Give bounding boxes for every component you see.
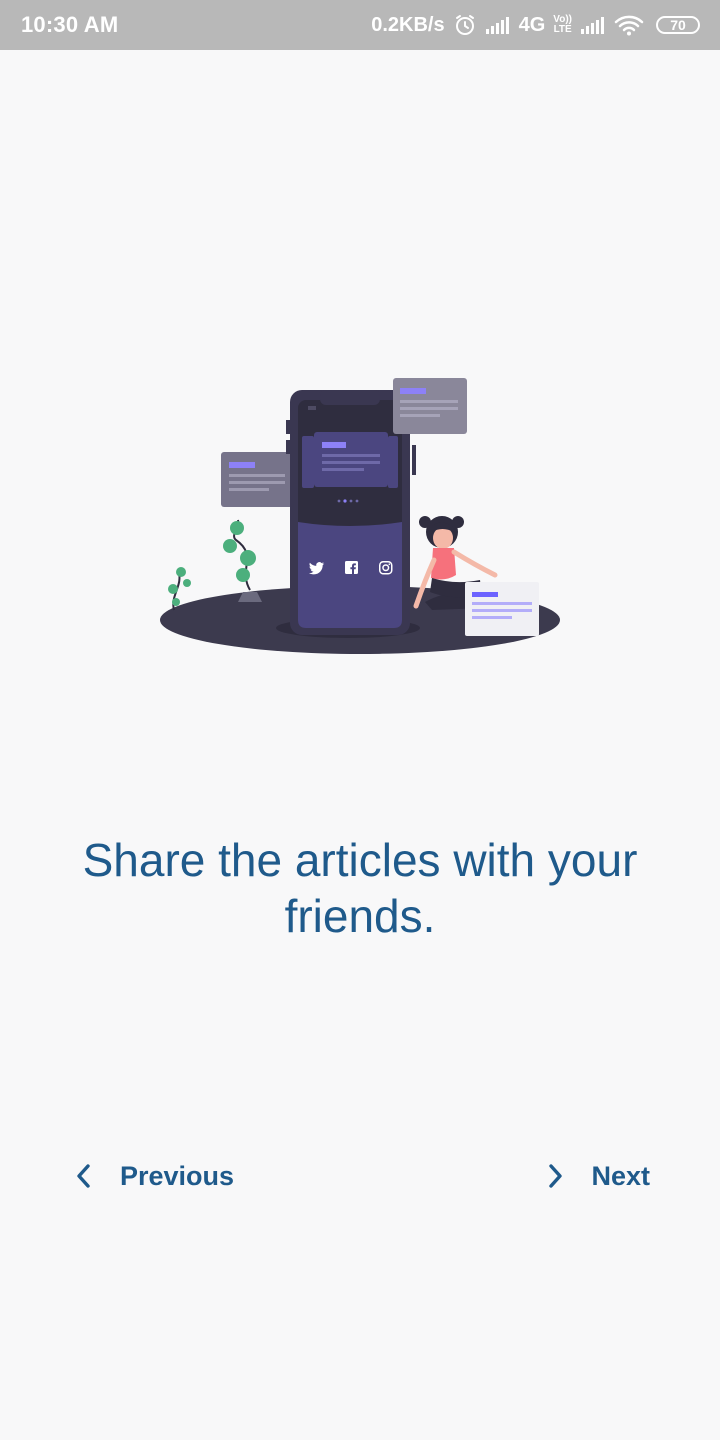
next-label: Next (591, 1160, 650, 1191)
floating-card-right (393, 378, 467, 434)
chevron-left-icon (77, 1164, 90, 1188)
signal-icon (485, 17, 509, 34)
next-button[interactable]: Next (541, 1150, 650, 1202)
share-illustration (160, 378, 560, 654)
status-icons: 0.2KB/s 4G Vo)) LTE 70 (371, 13, 700, 37)
status-time: 10:30 AM (21, 12, 119, 37)
onboarding-headline: Share the articles with your friends. (82, 834, 638, 942)
volte-icon: Vo)) LTE (553, 15, 572, 35)
previous-label: Previous (120, 1160, 235, 1191)
battery-level: 70 (670, 17, 686, 33)
network-speed: 0.2KB/s (371, 13, 445, 36)
document-paper (465, 582, 539, 636)
alarm-icon (455, 15, 474, 35)
wifi-icon (614, 15, 644, 36)
plant-tall (223, 519, 262, 602)
previous-button[interactable]: Previous (70, 1150, 234, 1202)
status-bar: 10:30 AM 0.2KB/s 4G Vo)) LTE 70 (0, 0, 720, 50)
signal-icon (581, 17, 604, 34)
battery-icon: 70 (656, 16, 700, 34)
facebook-icon (345, 561, 358, 574)
chevron-right-icon (549, 1164, 563, 1188)
volte-bottom-text: LTE (553, 24, 572, 35)
network-type: 4G (518, 13, 546, 36)
floating-card-left (221, 452, 293, 507)
